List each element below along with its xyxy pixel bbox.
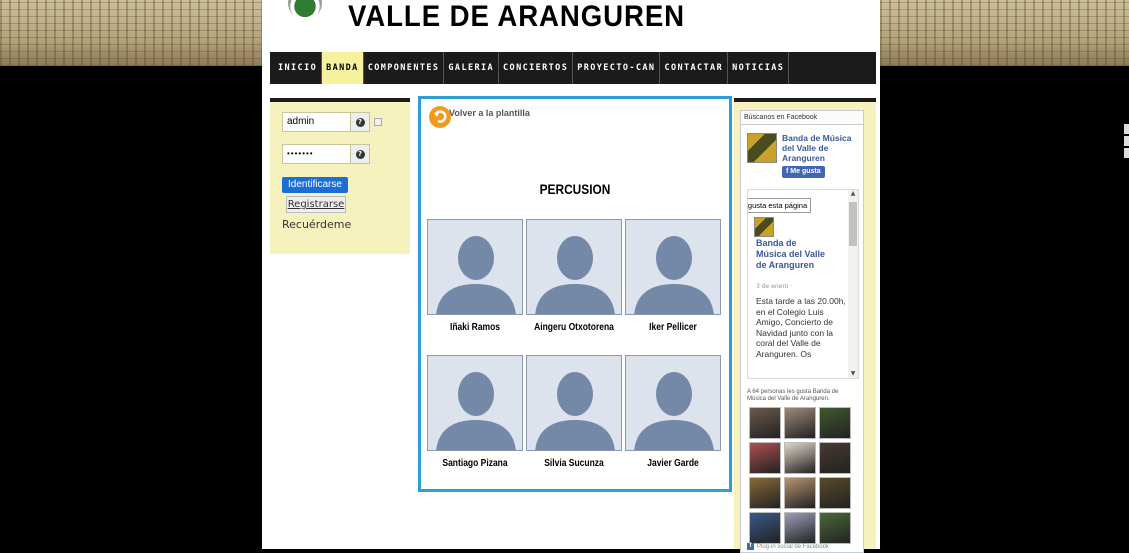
band-logo-thumbnail[interactable] bbox=[747, 133, 777, 163]
nav-item-contactar[interactable]: CONTACTAR bbox=[660, 52, 729, 84]
background-texture-right bbox=[880, 0, 1129, 66]
member-card[interactable]: Silvia Sucunza bbox=[526, 355, 622, 469]
login-button[interactable]: Identificarse bbox=[282, 177, 348, 193]
edge-tab[interactable] bbox=[1124, 136, 1129, 146]
post-author[interactable]: Banda de Música del Valle de Aranguren bbox=[756, 238, 828, 271]
member-photo-placeholder bbox=[625, 219, 721, 315]
member-name: Santiago Pizana bbox=[442, 458, 508, 469]
facebook-feed[interactable]: le gusta esta página Banda de Música del… bbox=[747, 189, 859, 379]
member-card[interactable]: Iñaki Ramos bbox=[427, 219, 523, 333]
member-photo-placeholder bbox=[526, 355, 622, 451]
member-card[interactable]: Santiago Pizana bbox=[427, 355, 523, 469]
fan-avatar[interactable] bbox=[749, 407, 781, 439]
member-name: Javier Garde bbox=[647, 458, 699, 469]
post-date[interactable]: 3 de enero · bbox=[756, 283, 792, 290]
post-text: Esta tarde a las 20.00h, en el Colegio L… bbox=[756, 296, 846, 359]
nav-item-galeria[interactable]: GALERIA bbox=[444, 52, 500, 84]
fan-avatar[interactable] bbox=[784, 512, 816, 544]
edge-tab[interactable] bbox=[1124, 148, 1129, 158]
member-photo-placeholder bbox=[427, 219, 523, 315]
nav-item-banda[interactable]: BANDA bbox=[322, 52, 364, 84]
facebook-widget: Búscanos en Facebook Banda de Música del… bbox=[740, 110, 864, 553]
fan-avatar[interactable] bbox=[784, 477, 816, 509]
member-card[interactable]: Aingeru Otxotorena bbox=[526, 219, 622, 333]
member-card[interactable]: Javier Garde bbox=[625, 355, 721, 469]
member-name: Iker Pellicer bbox=[649, 322, 697, 333]
back-link-label: Volver a la plantilla bbox=[449, 108, 530, 118]
member-photo-placeholder bbox=[625, 355, 721, 451]
back-arrow-icon bbox=[429, 106, 451, 128]
fan-avatar[interactable] bbox=[819, 477, 851, 509]
fan-avatar[interactable] bbox=[749, 512, 781, 544]
post-author-avatar[interactable] bbox=[754, 217, 774, 237]
member-name: Silvia Sucunza bbox=[544, 458, 604, 469]
fan-avatar[interactable] bbox=[749, 477, 781, 509]
main-nav: INICIO BANDA COMPONENTES GALERIA CONCIER… bbox=[270, 52, 876, 84]
background-texture-left bbox=[0, 0, 262, 66]
member-name: Iñaki Ramos bbox=[449, 322, 501, 333]
user-help-icon[interactable]: ? bbox=[350, 112, 370, 132]
facebook-like-button[interactable]: f Me gusta bbox=[782, 166, 825, 178]
edge-tabs bbox=[1124, 124, 1129, 160]
facebook-page-info: Banda de Música del Valle de Aranguren f… bbox=[747, 133, 860, 178]
remember-me-label[interactable]: Recuérdeme bbox=[282, 218, 351, 231]
facebook-likes-count: A 64 personas les gusta Banda de Música … bbox=[747, 389, 839, 402]
back-link[interactable]: Volver a la plantilla bbox=[429, 106, 530, 128]
register-button[interactable]: Registrarse bbox=[286, 196, 346, 213]
nav-item-noticias[interactable]: NOTICIAS bbox=[728, 52, 790, 84]
member-name: Aingeru Otxotorena bbox=[534, 322, 614, 333]
site-header: VALLE DE ARANGUREN bbox=[262, 0, 880, 44]
member-photo-placeholder bbox=[526, 219, 622, 315]
site-title: VALLE DE ARANGUREN bbox=[348, 0, 686, 33]
feed-scrollbar[interactable]: ▲ ▼ bbox=[848, 190, 858, 378]
nav-item-proyecto-can[interactable]: PROYECTO-CAN bbox=[573, 52, 661, 84]
fan-avatar[interactable] bbox=[819, 512, 851, 544]
edge-tab[interactable] bbox=[1124, 124, 1129, 134]
fan-avatar[interactable] bbox=[784, 442, 816, 474]
facebook-widget-header: Búscanos en Facebook bbox=[741, 111, 863, 125]
fan-avatar[interactable] bbox=[819, 442, 851, 474]
fan-avatar[interactable] bbox=[749, 442, 781, 474]
username-checkbox[interactable] bbox=[374, 118, 382, 126]
fan-avatars-grid bbox=[749, 407, 853, 544]
member-card[interactable]: Iker Pellicer bbox=[625, 219, 721, 333]
password-help-icon[interactable]: ? bbox=[350, 144, 370, 164]
nav-item-inicio[interactable]: INICIO bbox=[274, 52, 323, 84]
page-container: VALLE DE ARANGUREN INICIO BANDA COMPONEN… bbox=[262, 0, 880, 553]
facebook-sidebar: Búscanos en Facebook Banda de Música del… bbox=[734, 98, 876, 553]
nav-item-conciertos[interactable]: CONCIERTOS bbox=[499, 52, 574, 84]
fan-avatar[interactable] bbox=[819, 407, 851, 439]
scroll-up-icon[interactable]: ▲ bbox=[849, 190, 857, 198]
scroll-down-icon[interactable]: ▼ bbox=[849, 370, 857, 378]
member-photo-placeholder bbox=[427, 355, 523, 451]
site-logo[interactable] bbox=[288, 0, 322, 20]
facebook-page-name[interactable]: Banda de Música del Valle de Aranguren bbox=[782, 133, 860, 163]
like-tooltip: le gusta esta página bbox=[748, 198, 812, 213]
login-panel: admin ? ••••••• ? Identificarse Registra… bbox=[270, 98, 410, 254]
nav-item-componentes[interactable]: COMPONENTES bbox=[364, 52, 445, 84]
fan-avatar[interactable] bbox=[784, 407, 816, 439]
section-title: PERCUSION bbox=[539, 181, 611, 197]
percussion-section: Volver a la plantilla PERCUSION Iñaki Ra… bbox=[418, 96, 732, 492]
like-button-label: Me gusta bbox=[790, 168, 821, 175]
scrollbar-thumb[interactable] bbox=[849, 202, 857, 246]
